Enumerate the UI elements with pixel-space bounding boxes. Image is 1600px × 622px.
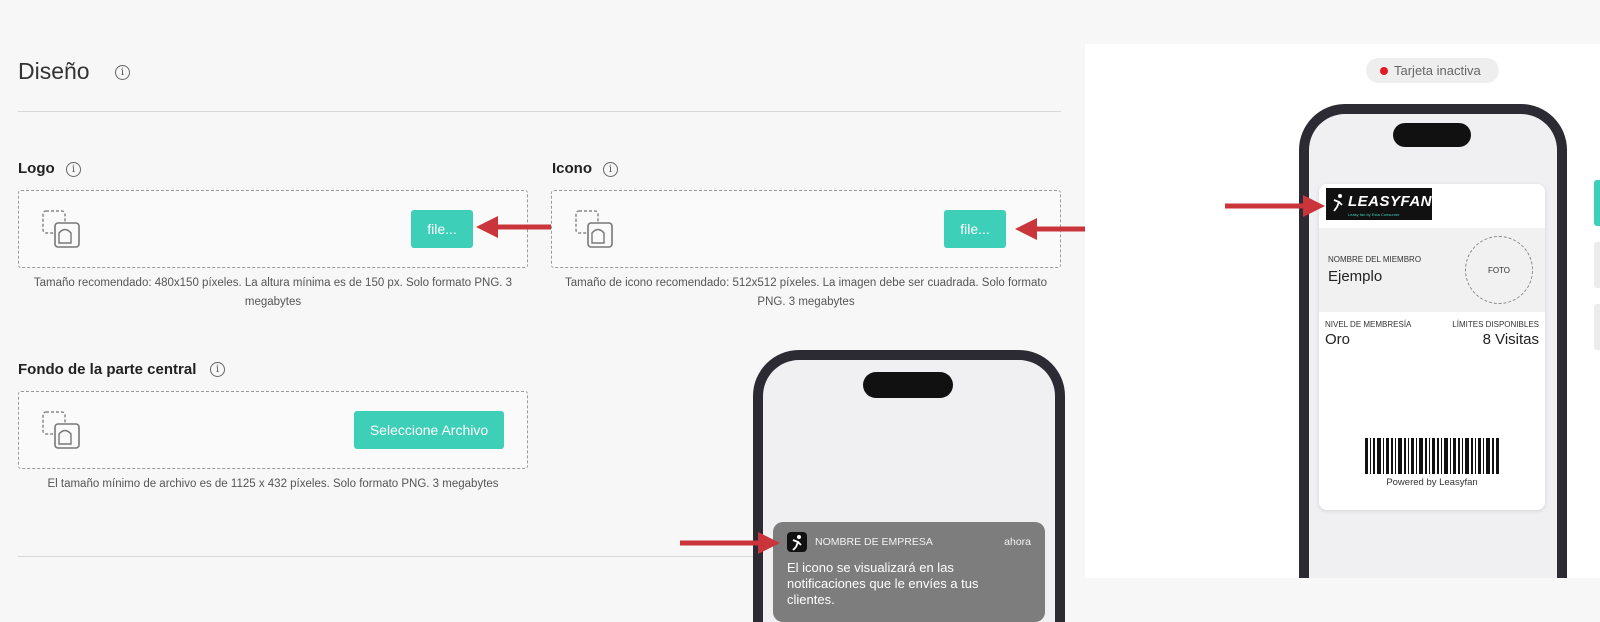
card-phone-mockup: LEASYFAN Leasy fan by Esta Consumer NOMB… bbox=[1299, 104, 1567, 578]
fondo-info-icon[interactable]: i bbox=[210, 362, 225, 377]
photo-placeholder: FOTO bbox=[1465, 236, 1533, 304]
side-control[interactable] bbox=[1594, 304, 1600, 350]
card-status-badge: Tarjeta inactiva bbox=[1366, 58, 1499, 83]
fondo-hint: El tamaño mínimo de archivo es de 1125 x… bbox=[47, 478, 499, 490]
phone-notch bbox=[863, 372, 953, 398]
logo-label: Logo bbox=[18, 160, 55, 177]
side-control[interactable] bbox=[1594, 242, 1600, 288]
card-status-text: Tarjeta inactiva bbox=[1394, 63, 1481, 78]
level-value: Oro bbox=[1325, 331, 1351, 348]
info-icon[interactable]: i bbox=[115, 65, 130, 80]
notification-message: El icono se visualizará en las notificac… bbox=[787, 560, 979, 607]
card-logo-tagline: Leasy fan by Esta Consumer bbox=[1348, 212, 1400, 217]
icono-dropzone[interactable]: file... bbox=[551, 190, 1061, 268]
notification-phone-mockup: NOMBRE DE EMPRESA ahora El icono se visu… bbox=[753, 350, 1065, 622]
limits-value: 8 Visitas bbox=[1482, 331, 1539, 348]
icono-hint: Tamaño de icono recomendado: 512x512 píx… bbox=[564, 277, 1048, 308]
notification-time: ahora bbox=[1004, 536, 1031, 548]
title-divider bbox=[18, 111, 1061, 112]
phone-notch bbox=[1393, 123, 1471, 147]
page-title: Diseño bbox=[18, 58, 90, 84]
member-name-value: Ejemplo bbox=[1328, 268, 1383, 285]
status-dot bbox=[1380, 66, 1388, 75]
side-control-accent[interactable] bbox=[1594, 180, 1600, 226]
logo-dropzone[interactable]: file... bbox=[18, 190, 528, 268]
fondo-label: Fondo de la parte central bbox=[18, 361, 197, 378]
powered-by-text: Powered by Leasyfan bbox=[1386, 477, 1478, 488]
logo-file-button[interactable]: file... bbox=[411, 210, 473, 248]
image-upload-icon bbox=[575, 210, 613, 248]
arrow-right-icon bbox=[680, 532, 780, 554]
bottom-divider bbox=[18, 556, 753, 557]
fondo-dropzone[interactable]: Seleccione Archivo bbox=[18, 391, 528, 469]
barcode bbox=[1365, 438, 1499, 474]
card-logo-text: LEASYFAN bbox=[1348, 193, 1433, 210]
image-upload-icon bbox=[42, 411, 80, 449]
arrow-right-icon bbox=[1225, 195, 1325, 217]
member-name-label: NOMBRE DEL MIEMBRO bbox=[1328, 255, 1422, 264]
company-icon bbox=[787, 532, 807, 552]
membership-card: LEASYFAN Leasy fan by Esta Consumer NOMB… bbox=[1319, 184, 1545, 510]
limits-label: LÍMITES DISPONIBLES bbox=[1452, 320, 1539, 329]
card-logo: LEASYFAN Leasy fan by Esta Consumer bbox=[1326, 188, 1432, 220]
icono-label: Icono bbox=[552, 160, 592, 177]
image-upload-icon bbox=[42, 210, 80, 248]
notification-company: NOMBRE DE EMPRESA bbox=[815, 536, 933, 548]
level-label: NIVEL DE MEMBRESÍA bbox=[1325, 320, 1412, 329]
logo-info-icon[interactable]: i bbox=[66, 162, 81, 177]
fondo-select-file-button[interactable]: Seleccione Archivo bbox=[354, 411, 504, 449]
icono-info-icon[interactable]: i bbox=[603, 162, 618, 177]
icono-file-button[interactable]: file... bbox=[944, 210, 1006, 248]
notification-banner: NOMBRE DE EMPRESA ahora El icono se visu… bbox=[773, 522, 1045, 622]
logo-hint: Tamaño recomendado: 480x150 píxeles. La … bbox=[33, 277, 513, 308]
